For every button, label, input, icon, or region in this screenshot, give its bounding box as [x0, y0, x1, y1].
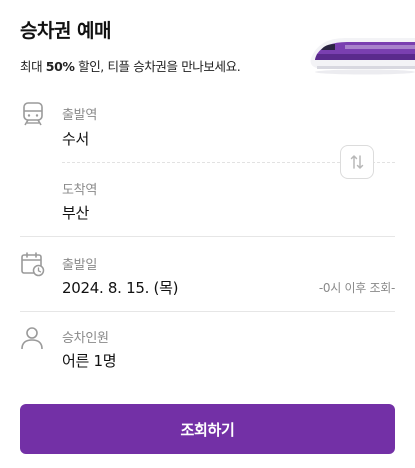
section-divider — [20, 236, 395, 237]
person-icon — [21, 327, 43, 350]
arrival-value[interactable]: 부산 — [62, 202, 89, 223]
page-subtitle: 최대 50% 할인, 티플 승차권을 만나보세요. — [20, 56, 241, 75]
date-label: 출발일 — [62, 258, 97, 273]
swap-icon — [350, 155, 364, 169]
departure-label: 출발역 — [62, 108, 97, 123]
subtitle-discount: 50% — [45, 59, 75, 74]
section-divider — [20, 311, 395, 312]
passenger-value[interactable]: 어른 1명 — [62, 350, 117, 371]
train-illustration — [310, 38, 415, 75]
subtitle-rest: 할인, 티플 승차권을 만나보세요. — [78, 59, 241, 74]
search-button[interactable]: 조회하기 — [20, 404, 395, 454]
passenger-label: 승차인원 — [62, 331, 109, 346]
train-icon — [23, 102, 43, 126]
departure-value[interactable]: 수서 — [62, 128, 89, 149]
calendar-icon — [21, 252, 45, 277]
arrival-label: 도착역 — [62, 183, 97, 198]
date-hint: -0시 이후 조회- — [318, 281, 395, 295]
subtitle-prefix: 최대 — [20, 59, 43, 74]
date-value[interactable]: 2024. 8. 15. (목) — [62, 277, 178, 298]
